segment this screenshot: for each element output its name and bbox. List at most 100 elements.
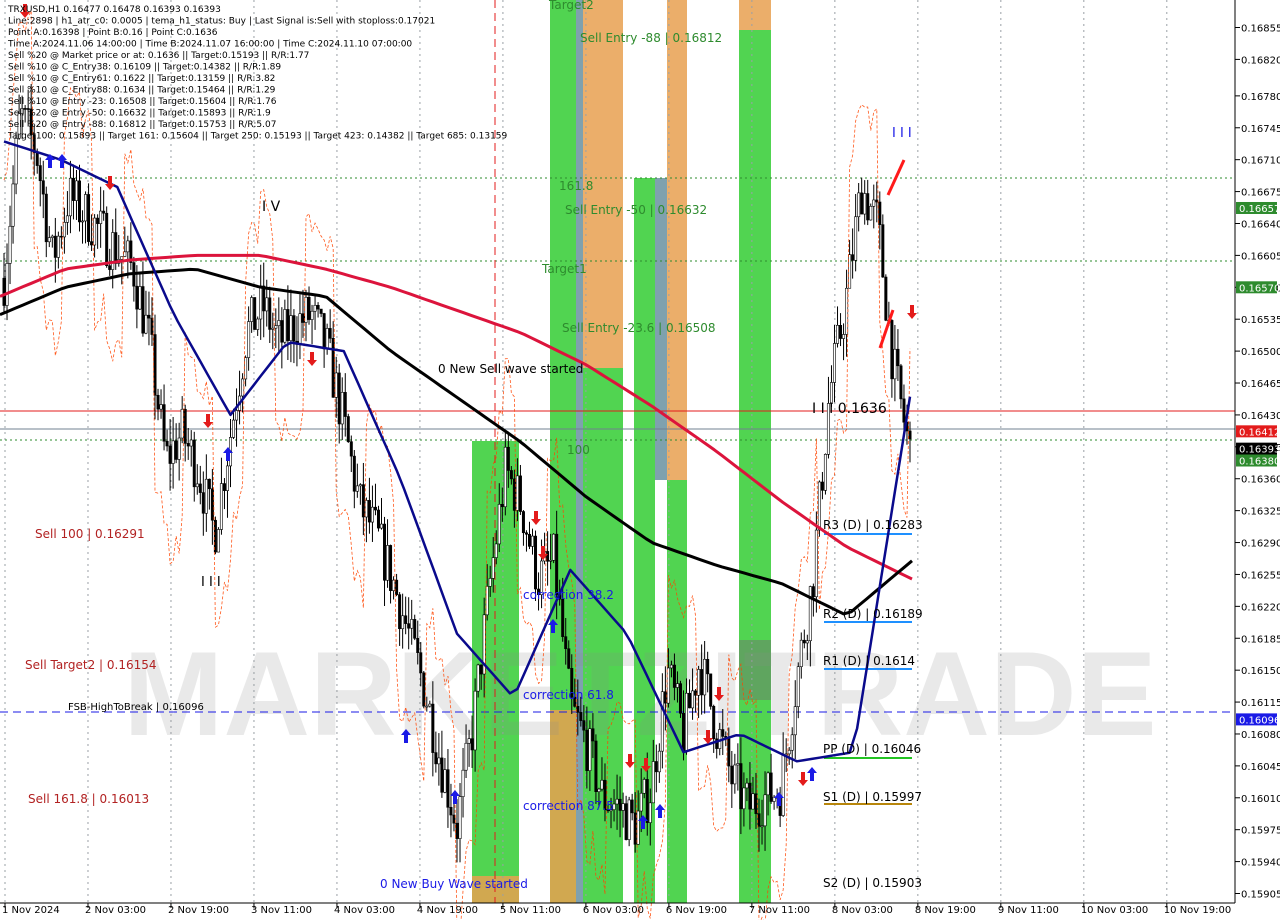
- candle-body: [416, 637, 420, 653]
- y-tick-label: 0.16150: [1241, 666, 1280, 677]
- candle-body: [896, 348, 900, 367]
- candle-body: [398, 594, 402, 630]
- candle-body: [823, 454, 827, 491]
- candle-body: [35, 152, 39, 166]
- candle-body: [192, 439, 196, 488]
- candle-body: [817, 481, 821, 531]
- candle-body: [506, 446, 510, 471]
- candle-body: [156, 394, 160, 410]
- candle-body: [207, 478, 211, 490]
- candle-body: [5, 263, 9, 306]
- y-tick-label: 0.15905: [1241, 890, 1280, 901]
- candle-body: [627, 799, 631, 840]
- candle-body: [890, 320, 894, 380]
- candle-body: [310, 310, 314, 320]
- zone-label-entry-88: Sell Entry -88 | 0.16812: [580, 31, 722, 45]
- header-line: Line:2898 | h1_atr_c0: 0.0005 | tema_h1_…: [8, 17, 435, 27]
- y-tick-label: 0.15940: [1241, 858, 1280, 869]
- candle-body: [588, 728, 592, 771]
- candle-body: [669, 664, 673, 669]
- candle-body: [316, 304, 320, 310]
- candle-body: [141, 286, 145, 334]
- y-tick-label: 0.16675: [1241, 188, 1280, 199]
- candle-body: [467, 738, 471, 744]
- candle-body: [135, 285, 139, 310]
- header-line: Time A:2024.11.06 14:00:00 | Time B:2024…: [7, 40, 412, 50]
- sell-arrow-icon: [531, 511, 541, 525]
- candle-body: [292, 315, 296, 342]
- candle-body: [703, 658, 707, 696]
- stop-line-path: [3, 10, 911, 920]
- x-tick-label: 1 Nov 2024: [2, 905, 60, 916]
- candle-body: [195, 483, 199, 488]
- candle-body: [404, 615, 408, 624]
- x-tick-label: 6 Nov 03:00: [583, 905, 644, 916]
- x-tick-label: 7 Nov 11:00: [749, 905, 810, 916]
- candle-body: [87, 194, 91, 242]
- candle-body: [618, 798, 622, 811]
- chart-canvas[interactable]: MARKETZITRADE Target2 Sell Entry -88 | 0…: [0, 0, 1280, 920]
- candle-body: [642, 779, 646, 794]
- candle-body: [884, 276, 888, 321]
- candle-body: [247, 321, 251, 358]
- candle-body: [509, 470, 513, 480]
- y-tick-label: 0.16115: [1241, 698, 1280, 709]
- candle-body: [84, 194, 88, 222]
- candle-body: [881, 224, 885, 278]
- candle-body: [349, 441, 353, 457]
- candle-body: [832, 343, 836, 383]
- candle-body: [808, 586, 812, 642]
- candle-body: [62, 222, 66, 238]
- candle-body: [666, 667, 670, 704]
- candle-body: [857, 192, 861, 218]
- price-tag-label: 0.16096: [1239, 715, 1280, 726]
- candle-body: [38, 165, 42, 182]
- price-tag-label: 0.16393: [1239, 445, 1280, 456]
- candle-body: [660, 691, 664, 752]
- candle-body: [455, 822, 459, 839]
- candle-body: [210, 488, 214, 521]
- candle-body: [793, 706, 797, 736]
- zone-label-1618: 161.8: [559, 179, 593, 193]
- candle-body: [839, 325, 843, 339]
- y-tick-label: 0.16710: [1241, 156, 1280, 167]
- candle-body: [866, 193, 870, 221]
- candle-body: [198, 483, 202, 493]
- candle-body: [766, 772, 770, 796]
- candle-body: [2, 277, 6, 306]
- candle-body: [68, 177, 72, 217]
- candle-body: [636, 810, 640, 845]
- candle-body: [648, 802, 652, 823]
- candle-body: [301, 313, 305, 323]
- candle-body: [781, 754, 785, 816]
- candle-body: [875, 199, 879, 203]
- candle-body: [579, 712, 583, 721]
- candle-body: [253, 297, 257, 330]
- candle-body: [165, 440, 169, 447]
- y-tick-label: 0.16290: [1241, 539, 1280, 550]
- candle-body: [639, 792, 643, 812]
- candle-body: [681, 712, 685, 752]
- candle-body: [144, 314, 148, 334]
- sell-wave-label: 0 New Sell wave started: [438, 362, 583, 376]
- candle-body: [685, 692, 689, 752]
- candle-body: [232, 419, 236, 438]
- candle-body: [41, 180, 45, 195]
- x-tick-label: 2 Nov 03:00: [85, 905, 146, 916]
- candle-body: [379, 523, 383, 529]
- candle-body: [105, 212, 109, 266]
- watermark: MARKETZITRADE: [123, 627, 1156, 761]
- candle-body: [727, 738, 731, 767]
- candle-body: [546, 551, 550, 562]
- header-line: Target100: 0.15893 || Target 161: 0.1560…: [7, 132, 508, 142]
- candle-body: [123, 251, 127, 257]
- stop-line: [3, 10, 911, 920]
- candle-body: [331, 338, 335, 398]
- candle-body: [183, 408, 187, 444]
- header-line: Sell %10 @ C_Entry88: 0.1634 || Target:0…: [8, 86, 276, 96]
- candle-body: [256, 318, 260, 330]
- candle-body: [694, 690, 698, 696]
- candle-body: [893, 348, 897, 380]
- candle-body: [352, 455, 356, 492]
- candle-body: [742, 787, 746, 810]
